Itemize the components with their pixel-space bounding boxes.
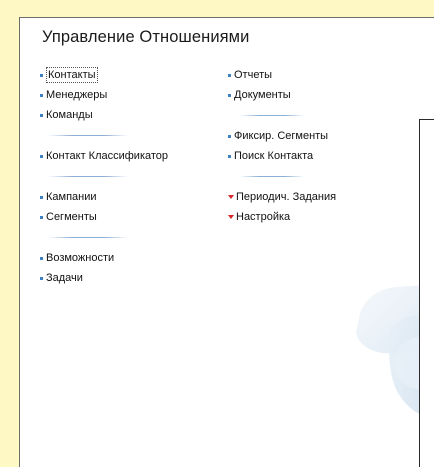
bullet-icon (40, 154, 43, 158)
menu-item-teams[interactable]: Команды (40, 105, 225, 125)
right-frame-edge (419, 119, 434, 467)
menu-item-label: Периодич. Задания (236, 191, 337, 203)
right-menu-column: Отчеты Документы Фиксир. Сегменты Поиск … (228, 65, 413, 227)
menu-item-documents[interactable]: Документы (228, 85, 413, 105)
bullet-icon (40, 195, 43, 199)
menu-item-label: Фиксир. Сегменты (234, 130, 329, 142)
separator (228, 105, 413, 126)
bullet-icon (228, 73, 231, 77)
menu-item-label: Возможности (46, 252, 115, 264)
menu-item-periodic-tasks[interactable]: Периодич. Задания (228, 187, 413, 207)
chevron-down-icon (228, 215, 234, 219)
menu-item-label: Задачи (46, 272, 83, 284)
menu-item-tasks[interactable]: Задачи (40, 268, 225, 288)
page-title: Управление Отношениями (42, 28, 250, 46)
bullet-icon (228, 154, 231, 158)
menu-item-label: Документы (234, 89, 291, 101)
bullet-icon (40, 73, 43, 77)
bullet-icon (40, 276, 43, 280)
separator (40, 166, 225, 187)
menu-item-label: Поиск Контакта (234, 150, 314, 162)
menu-item-label: Менеджеры (46, 89, 108, 101)
menu-item-contact-search[interactable]: Поиск Контакта (228, 146, 413, 166)
menu-item-label: Настройка (236, 211, 291, 223)
menu-item-label: Кампании (46, 191, 97, 203)
menu-item-label: Команды (46, 109, 93, 121)
relationship-management-panel: Управление Отношениями Контакты Менеджер… (19, 17, 434, 467)
chevron-down-icon (228, 195, 234, 199)
menu-item-label: Сегменты (46, 211, 97, 223)
menu-item-opportunities[interactable]: Возможности (40, 248, 225, 268)
menu-item-contacts[interactable]: Контакты (40, 65, 225, 85)
separator (40, 125, 225, 146)
bullet-icon (40, 113, 43, 117)
menu-item-managers[interactable]: Менеджеры (40, 85, 225, 105)
menu-item-label: Контакты (46, 67, 98, 83)
bullet-icon (40, 256, 43, 260)
menu-item-settings[interactable]: Настройка (228, 207, 413, 227)
separator (228, 166, 413, 187)
bullet-icon (40, 215, 43, 219)
menu-item-fixed-segments[interactable]: Фиксир. Сегменты (228, 126, 413, 146)
separator (40, 227, 225, 248)
bullet-icon (228, 134, 231, 138)
menu-item-contact-classifier[interactable]: Контакт Классификатор (40, 146, 225, 166)
left-menu-column: Контакты Менеджеры Команды Контакт Класс… (40, 65, 225, 288)
bullet-icon (40, 93, 43, 97)
menu-item-label: Отчеты (234, 69, 273, 81)
menu-item-label: Контакт Классификатор (46, 150, 169, 162)
menu-item-campaigns[interactable]: Кампании (40, 187, 225, 207)
menu-item-segments[interactable]: Сегменты (40, 207, 225, 227)
bullet-icon (228, 93, 231, 97)
menu-item-reports[interactable]: Отчеты (228, 65, 413, 85)
